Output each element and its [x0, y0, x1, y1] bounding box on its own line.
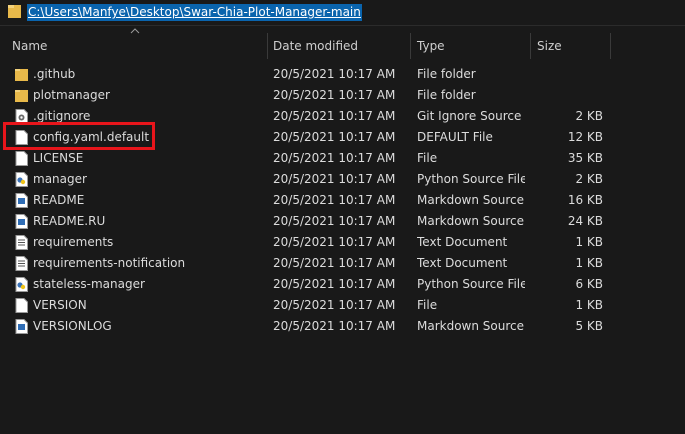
file-date-modified: 20/5/2021 10:17 AM	[273, 67, 396, 81]
file-date-modified: 20/5/2021 10:17 AM	[273, 235, 396, 249]
file-date-modified: 20/5/2021 10:17 AM	[273, 277, 396, 291]
highlight-box	[3, 122, 155, 150]
markdown-file-icon	[15, 319, 28, 334]
file-row-versionlog[interactable]: VERSIONLOG 20/5/2021 10:17 AM Markdown S…	[0, 316, 685, 337]
file-name: manager	[33, 172, 87, 186]
file-row-github[interactable]: .github 20/5/2021 10:17 AM File folder	[0, 64, 685, 85]
file-name: VERSIONLOG	[33, 319, 112, 333]
file-size: 35 KB	[567, 151, 603, 165]
column-header: Name Date modified Type Size	[0, 33, 685, 59]
file-type: Markdown Source...	[417, 214, 525, 228]
file-type: File folder	[417, 88, 476, 102]
address-divider	[0, 25, 685, 26]
file-size: 16 KB	[567, 193, 603, 207]
file-row-readme-ru[interactable]: README.RU 20/5/2021 10:17 AM Markdown So…	[0, 211, 685, 232]
file-name: .github	[33, 67, 76, 81]
file-type: File folder	[417, 67, 476, 81]
file-row-license[interactable]: LICENSE 20/5/2021 10:17 AM File 35 KB	[0, 148, 685, 169]
file-name: plotmanager	[33, 88, 110, 102]
column-divider[interactable]	[267, 33, 268, 59]
column-name[interactable]: Name	[12, 33, 47, 59]
markdown-file-icon	[15, 214, 28, 229]
file-date-modified: 20/5/2021 10:17 AM	[273, 319, 396, 333]
file-size: 2 KB	[575, 109, 603, 123]
file-type: Git Ignore Source ...	[417, 109, 525, 123]
column-size[interactable]: Size	[537, 33, 562, 59]
file-name: requirements-notification	[33, 256, 186, 270]
file-size: 2 KB	[575, 172, 603, 186]
text-file-icon	[15, 256, 28, 271]
file-type: File	[417, 298, 438, 312]
file-date-modified: 20/5/2021 10:17 AM	[273, 88, 396, 102]
file-row-manager[interactable]: manager 20/5/2021 10:17 AM Python Source…	[0, 169, 685, 190]
folder-icon	[15, 88, 28, 103]
address-bar[interactable]: C:\Users\Manfye\Desktop\Swar-Chia-Plot-M…	[0, 0, 685, 25]
column-type[interactable]: Type	[417, 33, 445, 59]
file-name: LICENSE	[33, 151, 84, 165]
file-name: README.RU	[33, 214, 106, 228]
file-name: requirements	[33, 235, 114, 249]
python-file-icon	[15, 172, 28, 187]
folder-icon	[8, 5, 21, 18]
file-row-stateless-manager[interactable]: stateless-manager 20/5/2021 10:17 AM Pyt…	[0, 274, 685, 295]
file-type: DEFAULT File	[417, 130, 493, 144]
file-size: 1 KB	[575, 235, 603, 249]
file-type: Python Source File	[417, 172, 525, 186]
file-name: VERSION	[33, 298, 87, 312]
python-file-icon	[15, 277, 28, 292]
file-row-requirements[interactable]: requirements 20/5/2021 10:17 AM Text Doc…	[0, 232, 685, 253]
column-divider[interactable]	[610, 33, 611, 59]
file-icon	[15, 151, 28, 166]
file-date-modified: 20/5/2021 10:17 AM	[273, 298, 396, 312]
column-date-modified[interactable]: Date modified	[273, 33, 358, 59]
file-row-version[interactable]: VERSION 20/5/2021 10:17 AM File 1 KB	[0, 295, 685, 316]
file-size: 6 KB	[575, 277, 603, 291]
file-date-modified: 20/5/2021 10:17 AM	[273, 172, 396, 186]
file-row-requirements-notification[interactable]: requirements-notification 20/5/2021 10:1…	[0, 253, 685, 274]
file-name: README	[33, 193, 85, 207]
file-size: 12 KB	[567, 130, 603, 144]
address-path[interactable]: C:\Users\Manfye\Desktop\Swar-Chia-Plot-M…	[27, 4, 362, 21]
file-explorer-window: C:\Users\Manfye\Desktop\Swar-Chia-Plot-M…	[0, 0, 685, 434]
text-file-icon	[15, 235, 28, 250]
file-date-modified: 20/5/2021 10:17 AM	[273, 214, 396, 228]
file-size: 1 KB	[575, 298, 603, 312]
file-date-modified: 20/5/2021 10:17 AM	[273, 193, 396, 207]
markdown-file-icon	[15, 193, 28, 208]
file-date-modified: 20/5/2021 10:17 AM	[273, 130, 396, 144]
file-date-modified: 20/5/2021 10:17 AM	[273, 256, 396, 270]
file-date-modified: 20/5/2021 10:17 AM	[273, 109, 396, 123]
column-divider[interactable]	[530, 33, 531, 59]
file-size	[530, 85, 603, 106]
file-type: File	[417, 151, 438, 165]
file-list: .github 20/5/2021 10:17 AM File folder p…	[0, 64, 685, 337]
column-divider[interactable]	[410, 33, 411, 59]
file-type: Python Source File	[417, 277, 525, 291]
file-row-readme[interactable]: README 20/5/2021 10:17 AM Markdown Sourc…	[0, 190, 685, 211]
file-row-plotmanager[interactable]: plotmanager 20/5/2021 10:17 AM File fold…	[0, 85, 685, 106]
file-size: 5 KB	[575, 319, 603, 333]
file-type: Markdown Source...	[417, 193, 525, 207]
file-date-modified: 20/5/2021 10:17 AM	[273, 151, 396, 165]
file-icon	[15, 298, 28, 313]
file-type: Markdown Source...	[417, 319, 525, 333]
file-type: Text Document	[417, 235, 508, 249]
folder-icon	[15, 67, 28, 82]
file-size: 24 KB	[567, 214, 603, 228]
file-name: stateless-manager	[33, 277, 145, 291]
file-type: Text Document	[417, 256, 508, 270]
file-size: 1 KB	[575, 256, 603, 270]
file-size	[530, 64, 603, 85]
